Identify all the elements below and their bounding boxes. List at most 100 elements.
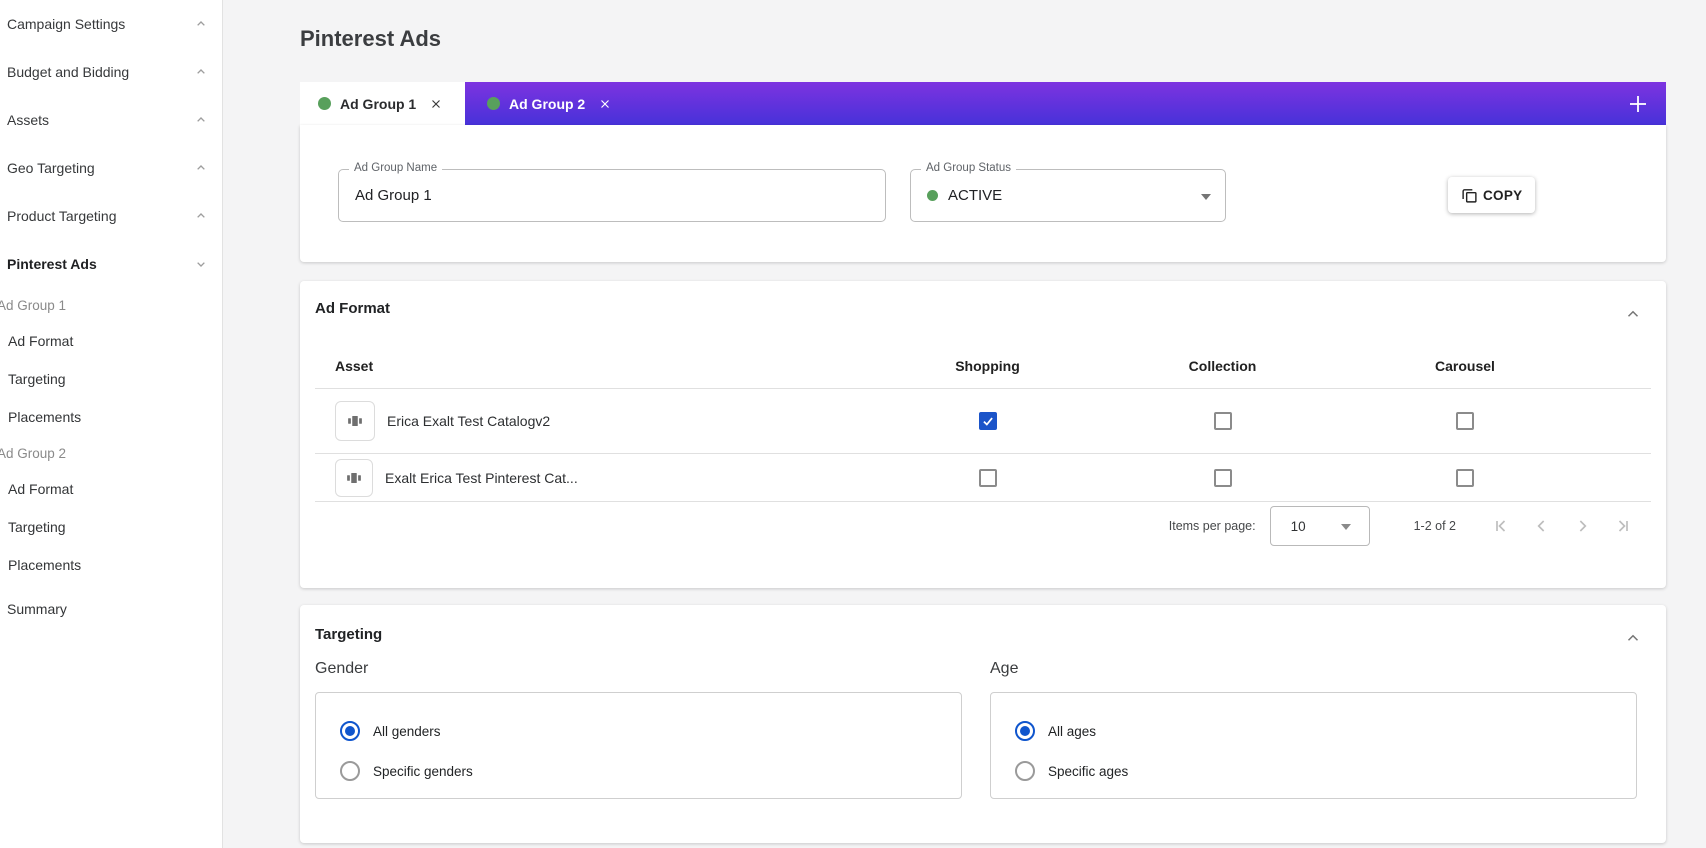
sidebar-item-label: Campaign Settings — [7, 16, 125, 32]
radio-label: All ages — [1048, 724, 1096, 739]
sidebar-item-ad-format-2[interactable]: Ad Format — [0, 470, 222, 508]
table-row: Erica Exalt Test Catalogv2 — [315, 389, 1651, 454]
column-header-asset: Asset — [315, 358, 880, 374]
items-per-page-value: 10 — [1291, 519, 1306, 534]
chevron-up-icon — [193, 208, 209, 224]
collapse-section-icon[interactable] — [1624, 629, 1642, 647]
section-title: Targeting — [315, 626, 382, 643]
shopping-checkbox[interactable] — [979, 469, 997, 487]
table-pagination: Items per page: 10 1-2 of 2 — [1169, 506, 1642, 546]
sidebar-item-product-targeting[interactable]: Product Targeting — [0, 192, 222, 240]
ad-format-table: Asset Shopping Collection Carousel Erica… — [315, 343, 1651, 502]
previous-page-button[interactable] — [1522, 506, 1562, 546]
age-options-box: All ages Specific ages — [990, 692, 1637, 799]
radio-label: All genders — [373, 724, 441, 739]
column-header-collection: Collection — [1095, 358, 1350, 374]
close-tab-icon[interactable] — [429, 97, 443, 111]
sidebar-item-label: Product Targeting — [7, 208, 116, 224]
radio-option-specific-ages[interactable]: Specific ages — [1015, 751, 1636, 791]
radio-option-specific-genders[interactable]: Specific genders — [340, 751, 961, 791]
ad-format-card: Ad Format Asset Shopping Collection Caro… — [300, 281, 1666, 588]
sidebar-item-pinterest-ads[interactable]: Pinterest Ads — [0, 240, 222, 288]
radio-button[interactable] — [340, 761, 360, 781]
first-page-icon — [1492, 516, 1512, 536]
asset-name: Exalt Erica Test Pinterest Cat... — [385, 470, 578, 486]
radio-option-all-ages[interactable]: All ages — [1015, 711, 1636, 751]
catalog-thumbnail-icon — [335, 401, 375, 441]
copy-button-label: COPY — [1483, 188, 1522, 203]
carousel-checkbox[interactable] — [1456, 412, 1474, 430]
radio-button[interactable] — [1015, 721, 1035, 741]
active-status-dot-icon — [927, 190, 938, 201]
section-title: Ad Format — [315, 300, 390, 317]
asset-cell: Erica Exalt Test Catalogv2 — [315, 401, 880, 441]
chevron-up-icon — [193, 16, 209, 32]
gender-heading: Gender — [315, 660, 962, 678]
carousel-checkbox[interactable] — [1456, 469, 1474, 487]
chevron-down-icon — [193, 256, 209, 272]
main-content: Pinterest Ads Ad Group 1 Ad Group 2 Ad G… — [223, 0, 1706, 848]
copy-icon — [1461, 187, 1478, 204]
shopping-checkbox[interactable] — [979, 412, 997, 430]
copy-button[interactable]: COPY — [1448, 177, 1535, 213]
sidebar-group-ad-group-1: Ad Group 1 — [0, 288, 222, 322]
sidebar-item-label: Assets — [7, 112, 49, 128]
column-header-carousel: Carousel — [1350, 358, 1580, 374]
tab-ad-group-1[interactable]: Ad Group 1 — [300, 82, 465, 125]
ad-group-settings-card: Ad Group Name Ad Group Status ACTIVE COP… — [300, 125, 1666, 262]
sidebar-item-targeting-2[interactable]: Targeting — [0, 508, 222, 546]
status-dot-icon — [318, 97, 331, 110]
dropdown-caret-icon — [1201, 194, 1211, 200]
column-header-shopping: Shopping — [880, 358, 1095, 374]
sidebar-item-budget-and-bidding[interactable]: Budget and Bidding — [0, 48, 222, 96]
gender-targeting-group: Gender All genders Specific genders — [315, 660, 962, 799]
ad-group-tabbar: Ad Group 1 Ad Group 2 — [300, 82, 1666, 125]
sidebar-item-placements-1[interactable]: Placements — [0, 398, 222, 436]
targeting-card: Targeting Gender All genders Specific ge… — [300, 605, 1666, 843]
sidebar-item-geo-targeting[interactable]: Geo Targeting — [0, 144, 222, 192]
page-title: Pinterest Ads — [300, 26, 441, 52]
status-value: ACTIVE — [948, 187, 1002, 204]
status-dot-icon — [487, 97, 500, 110]
sidebar-item-ad-format-1[interactable]: Ad Format — [0, 322, 222, 360]
radio-label: Specific genders — [373, 764, 473, 779]
sidebar-item-summary[interactable]: Summary — [0, 588, 222, 630]
radio-button[interactable] — [1015, 761, 1035, 781]
gender-options-box: All genders Specific genders — [315, 692, 962, 799]
ad-group-name-input[interactable] — [355, 187, 869, 204]
table-row: Exalt Erica Test Pinterest Cat... — [315, 454, 1651, 502]
radio-button[interactable] — [340, 721, 360, 741]
items-per-page-label: Items per page: — [1169, 519, 1256, 533]
chevron-up-icon — [193, 160, 209, 176]
sidebar-item-label: Budget and Bidding — [7, 64, 129, 80]
close-tab-icon[interactable] — [598, 97, 612, 111]
collapse-section-icon[interactable] — [1624, 305, 1642, 323]
last-page-button[interactable] — [1602, 506, 1642, 546]
field-label: Ad Group Name — [349, 162, 442, 174]
next-page-button[interactable] — [1562, 506, 1602, 546]
table-header-row: Asset Shopping Collection Carousel — [315, 343, 1651, 389]
first-page-button[interactable] — [1482, 506, 1522, 546]
asset-cell: Exalt Erica Test Pinterest Cat... — [315, 459, 880, 497]
ad-group-status-select[interactable]: Ad Group Status ACTIVE — [910, 169, 1226, 222]
sidebar-item-campaign-settings[interactable]: Campaign Settings — [0, 0, 222, 48]
items-per-page-select[interactable]: 10 — [1270, 506, 1370, 546]
sidebar-item-placements-2[interactable]: Placements — [0, 546, 222, 584]
age-heading: Age — [990, 660, 1637, 678]
radio-option-all-genders[interactable]: All genders — [340, 711, 961, 751]
sidebar-item-targeting-1[interactable]: Targeting — [0, 360, 222, 398]
chevron-up-icon — [193, 64, 209, 80]
sidebar-item-assets[interactable]: Assets — [0, 96, 222, 144]
tabbar-spacer — [630, 82, 1610, 125]
catalog-thumbnail-icon — [335, 459, 373, 497]
sidebar: Campaign Settings Budget and Bidding Ass… — [0, 0, 223, 848]
chevron-up-icon — [193, 112, 209, 128]
add-ad-group-button[interactable] — [1610, 82, 1666, 125]
collection-checkbox[interactable] — [1214, 412, 1232, 430]
tab-ad-group-2[interactable]: Ad Group 2 — [465, 82, 630, 125]
sidebar-item-label: Geo Targeting — [7, 160, 95, 176]
asset-name: Erica Exalt Test Catalogv2 — [387, 413, 550, 429]
ad-group-name-field-wrapper: Ad Group Name — [338, 169, 886, 222]
pagination-range: 1-2 of 2 — [1414, 519, 1456, 533]
collection-checkbox[interactable] — [1214, 469, 1232, 487]
